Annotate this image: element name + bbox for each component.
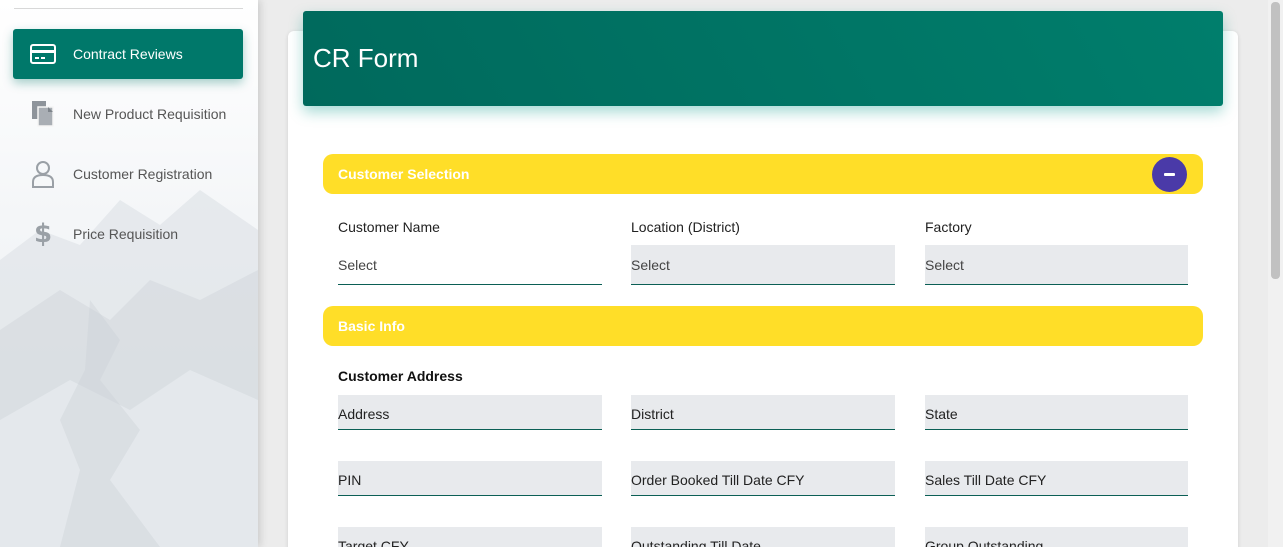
state-field[interactable]: State: [925, 395, 1188, 430]
district-field[interactable]: District: [631, 395, 895, 430]
section-heading: Basic Info: [338, 318, 405, 334]
pin-field[interactable]: PIN: [338, 461, 602, 496]
field-label: Sales Till Date CFY: [925, 472, 1047, 488]
customer-name-select[interactable]: Select: [338, 245, 602, 285]
minus-icon: [1164, 173, 1175, 176]
group-outstanding-field[interactable]: Group Outstanding: [925, 527, 1188, 547]
select-placeholder: Select: [338, 256, 377, 273]
sidebar-divider: [14, 8, 243, 9]
field-label: District: [631, 406, 674, 422]
dollar-icon: $: [33, 219, 53, 249]
user-icon: [13, 160, 73, 188]
sidebar: Contract Reviews New Product Requisition…: [0, 0, 258, 547]
documents-icon: [13, 100, 73, 128]
customer-address-heading: Customer Address: [338, 368, 463, 384]
address-field[interactable]: Address: [338, 395, 602, 430]
form-card-header: CR Form: [303, 11, 1223, 106]
field-label: Outstanding Till Date: [631, 538, 761, 547]
field-label: State: [925, 406, 958, 422]
customer-name-label: Customer Name: [338, 219, 440, 235]
field-label: Target CFY: [338, 538, 409, 547]
target-cfy-field[interactable]: Target CFY: [338, 527, 602, 547]
field-label: Group Outstanding: [925, 538, 1044, 547]
sales-till-date-cfy-field[interactable]: Sales Till Date CFY: [925, 461, 1188, 496]
sidebar-item-contract-reviews[interactable]: Contract Reviews: [13, 29, 243, 79]
sidebar-item-price-requisition[interactable]: $ Price Requisition: [13, 209, 243, 259]
sidebar-background-image: [0, 190, 258, 547]
outstanding-till-date-field[interactable]: Outstanding Till Date: [631, 527, 895, 547]
field-label: Order Booked Till Date CFY: [631, 472, 805, 488]
section-basic-info[interactable]: Basic Info: [323, 306, 1203, 346]
sidebar-item-customer-registration[interactable]: Customer Registration: [13, 149, 243, 199]
field-label: Address: [338, 406, 390, 422]
field-label: PIN: [338, 472, 362, 488]
order-booked-till-date-cfy-field[interactable]: Order Booked Till Date CFY: [631, 461, 895, 496]
sidebar-item-label: Customer Registration: [73, 166, 213, 182]
location-district-label: Location (District): [631, 219, 740, 235]
sidebar-item-label: Contract Reviews: [73, 46, 183, 62]
section-heading: Customer Selection: [338, 166, 470, 182]
select-placeholder: Select: [925, 256, 964, 273]
sidebar-item-label: Price Requisition: [73, 226, 179, 242]
sidebar-item-new-product-requisition[interactable]: New Product Requisition: [13, 89, 243, 139]
section-customer-selection[interactable]: Customer Selection: [323, 154, 1203, 194]
page-title: CR Form: [313, 43, 419, 73]
factory-select[interactable]: Select: [925, 245, 1188, 285]
sidebar-item-label: New Product Requisition: [73, 106, 227, 122]
credit-card-icon: [13, 44, 73, 64]
location-district-select[interactable]: Select: [631, 245, 895, 285]
scrollbar-thumb[interactable]: [1271, 2, 1280, 279]
factory-label: Factory: [925, 219, 972, 235]
page-scrollbar[interactable]: [1268, 0, 1283, 547]
collapse-button[interactable]: [1152, 157, 1187, 192]
select-placeholder: Select: [631, 256, 670, 273]
